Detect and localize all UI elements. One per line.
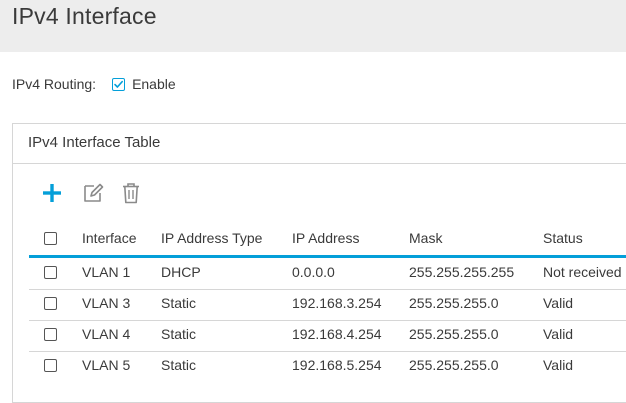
panel-divider	[13, 163, 626, 164]
ipv4-interface-table-panel: IPv4 Interface Table Interface IP Addres…	[12, 123, 626, 403]
select-all-checkbox[interactable]	[44, 232, 57, 245]
row-checkbox[interactable]	[44, 359, 57, 372]
cell-ip-address: 0.0.0.0	[292, 264, 335, 280]
plus-icon	[43, 184, 61, 202]
cell-ip-address-type: Static	[161, 326, 197, 342]
cell-mask: 255.255.255.0	[409, 295, 499, 311]
edit-button[interactable]	[82, 182, 104, 204]
cell-mask: 255.255.255.0	[409, 357, 499, 373]
edit-icon	[84, 183, 104, 202]
cell-ip-address: 192.168.4.254	[292, 326, 382, 342]
cell-ip-address-type: DHCP	[161, 264, 201, 280]
enable-routing-checkbox[interactable]	[112, 77, 126, 91]
table-header-row: Interface IP Address Type IP Address Mas…	[13, 223, 626, 254]
page-header: IPv4 Interface	[0, 0, 626, 52]
column-header-status[interactable]: Status	[543, 223, 583, 254]
cell-interface: VLAN 4	[82, 326, 131, 342]
column-header-ip-address-type[interactable]: IP Address Type	[161, 223, 262, 254]
trash-icon	[123, 183, 139, 204]
cell-ip-address-type: Static	[161, 357, 197, 373]
column-header-mask[interactable]: Mask	[409, 223, 442, 254]
table-row[interactable]: VLAN 5 Static 192.168.5.254 255.255.255.…	[13, 350, 626, 381]
cell-interface: VLAN 5	[82, 357, 131, 373]
cell-ip-address: 192.168.5.254	[292, 357, 382, 373]
ipv4-routing-label: IPv4 Routing:	[12, 76, 97, 92]
add-button[interactable]	[41, 182, 63, 204]
cell-status: Valid	[543, 295, 574, 311]
panel-title: IPv4 Interface Table	[28, 134, 161, 151]
page-title: IPv4 Interface	[12, 3, 157, 29]
ipv4-routing-row: IPv4 Routing: Enable	[12, 75, 176, 93]
row-checkbox[interactable]	[44, 266, 57, 279]
cell-interface: VLAN 3	[82, 295, 131, 311]
cell-mask: 255.255.255.0	[409, 326, 499, 342]
cell-interface: VLAN 1	[82, 264, 131, 280]
table-row[interactable]: VLAN 4 Static 192.168.4.254 255.255.255.…	[13, 319, 626, 350]
cell-status: Not received	[543, 264, 622, 280]
cell-ip-address-type: Static	[161, 295, 197, 311]
table-row[interactable]: VLAN 3 Static 192.168.3.254 255.255.255.…	[13, 288, 626, 319]
cell-mask: 255.255.255.255	[409, 264, 515, 280]
cell-ip-address: 192.168.3.254	[292, 295, 382, 311]
column-header-ip-address[interactable]: IP Address	[292, 223, 359, 254]
column-header-interface[interactable]: Interface	[82, 223, 136, 254]
checkmark-icon	[114, 80, 124, 88]
row-checkbox[interactable]	[44, 328, 57, 341]
row-checkbox[interactable]	[44, 297, 57, 310]
delete-button[interactable]	[120, 182, 142, 204]
cell-status: Valid	[543, 326, 574, 342]
table-row[interactable]: VLAN 1 DHCP 0.0.0.0 255.255.255.255 Not …	[13, 257, 626, 288]
cell-status: Valid	[543, 357, 574, 373]
enable-label: Enable	[132, 76, 176, 92]
